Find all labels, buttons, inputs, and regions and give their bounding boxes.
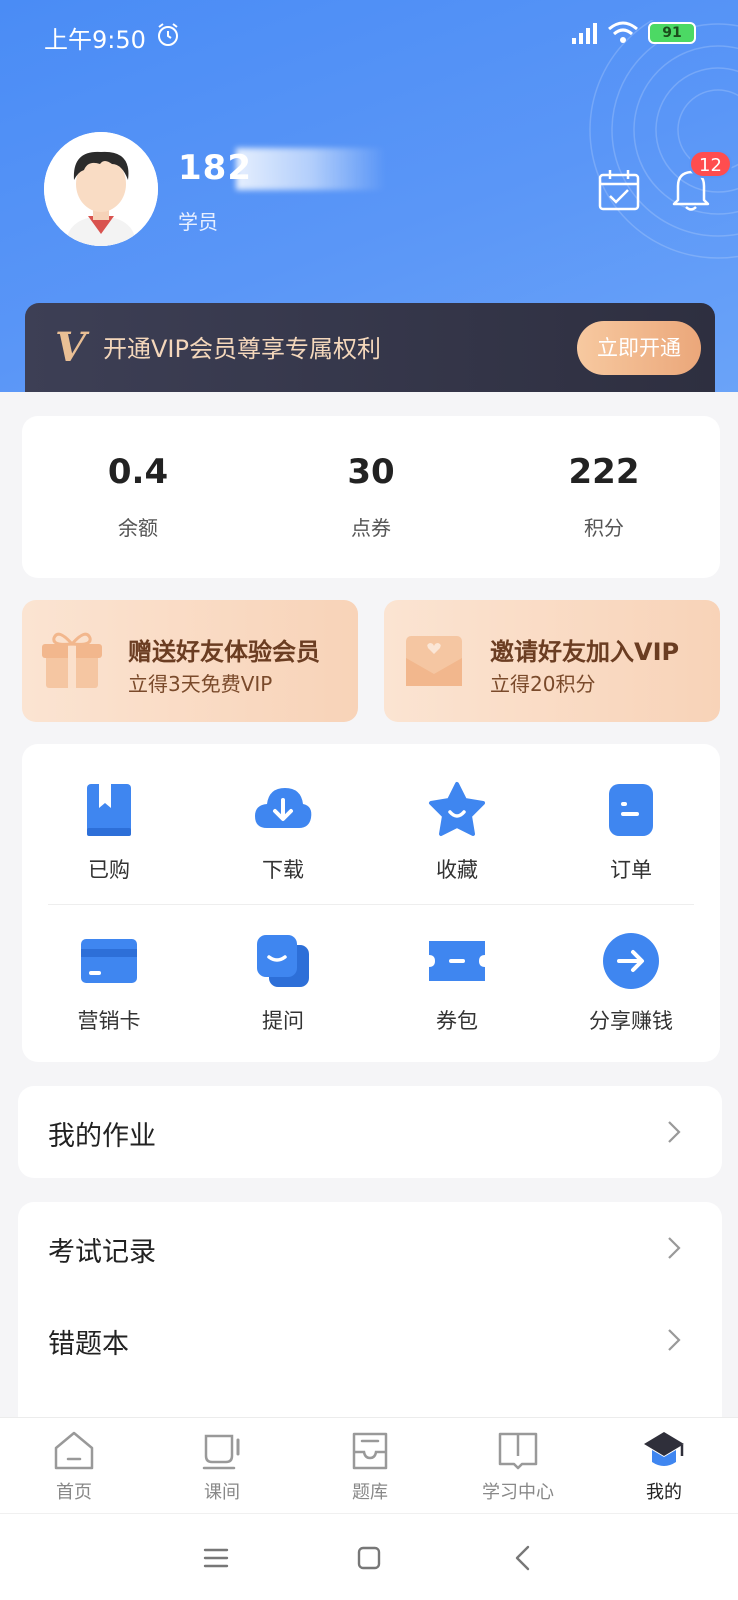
home-icon (54, 1431, 94, 1470)
home-square-icon[interactable] (353, 1542, 385, 1574)
ticket-icon (429, 941, 485, 981)
grid-label: 券包 (436, 1009, 478, 1033)
chevron-right-icon (668, 1237, 681, 1259)
promo-gift-friend[interactable]: 赠送好友体验会员 立得3天免费VIP (22, 600, 358, 722)
masked-phone-digits (236, 148, 386, 190)
tab-home[interactable]: 首页 (0, 1418, 148, 1514)
stat-value: 0.4 (107, 452, 169, 492)
grid-item-orders[interactable]: 订单 (544, 780, 718, 900)
status-bar: 上午9:50 91 (0, 0, 738, 70)
vip-open-button[interactable]: 立即开通 (577, 321, 701, 375)
grid-label: 订单 (610, 858, 652, 882)
wifi-icon (608, 21, 638, 43)
chevron-right-icon (668, 1121, 681, 1143)
grid-label: 下载 (262, 858, 304, 882)
tab-mine[interactable]: 我的 (590, 1418, 738, 1514)
promo-title: 邀请好友加入VIP (490, 638, 680, 666)
tab-label: 学习中心 (482, 1482, 554, 1503)
signal-icon (572, 23, 597, 44)
grid-item-share-earn[interactable]: 分享赚钱 (544, 931, 718, 1051)
envelope-heart-icon (406, 636, 462, 686)
chevron-right-icon (668, 1329, 681, 1351)
system-navigation-bar (0, 1513, 738, 1600)
tab-question-bank[interactable]: 题库 (296, 1418, 444, 1514)
grid-item-favorites[interactable]: 收藏 (370, 780, 544, 900)
account-stats: 0.4 余额 30 点券 222 积分 (22, 416, 720, 578)
back-chevron-icon[interactable] (508, 1542, 540, 1574)
tab-label: 我的 (646, 1482, 682, 1503)
grid-item-purchased[interactable]: 已购 (22, 780, 196, 900)
stat-label: 余额 (118, 516, 158, 540)
vip-promo-text: 开通VIP会员尊享专属权利 (103, 335, 381, 363)
menu-label: 我的作业 (48, 1121, 156, 1152)
calendar-check-icon[interactable] (597, 168, 641, 212)
stat-value: 222 (568, 452, 640, 492)
order-icon (609, 784, 653, 836)
menu-label: 考试记录 (48, 1237, 156, 1268)
inbox-icon (352, 1432, 388, 1470)
promo-subtitle: 立得20积分 (490, 672, 596, 696)
gift-icon (42, 632, 102, 688)
menu-item-exam-records[interactable]: 考试记录 (18, 1202, 722, 1294)
menu-label: 错题本 (48, 1329, 129, 1360)
promo-title: 赠送好友体验会员 (128, 638, 320, 666)
grid-label: 收藏 (436, 858, 478, 882)
tab-label: 首页 (56, 1482, 92, 1503)
graduation-cap-icon (644, 1432, 684, 1466)
stat-label: 积分 (584, 516, 624, 540)
battery-indicator: 91 (648, 22, 696, 44)
vip-banner[interactable]: V 开通VIP会员尊享专属权利 立即开通 (25, 303, 715, 392)
promo-subtitle: 立得3天免费VIP (128, 672, 273, 696)
promo-invite-vip[interactable]: 邀请好友加入VIP 立得20积分 (384, 600, 720, 722)
user-role: 学员 (178, 210, 218, 234)
bottom-tab-bar: 首页 课间 题库 学习中心 我的 (0, 1417, 738, 1513)
stat-label: 点券 (351, 516, 391, 540)
tab-label: 课间 (204, 1482, 240, 1503)
grid-item-marketing-card[interactable]: 营销卡 (22, 931, 196, 1051)
bookmark-book-icon (87, 784, 131, 836)
grid-divider (48, 904, 694, 905)
function-grid: 已购 下载 收藏 订单 营销卡 提问 券包 分享赚钱 (22, 744, 720, 1062)
grid-item-download[interactable]: 下载 (196, 780, 370, 900)
grid-label: 提问 (262, 1009, 304, 1033)
alarm-icon (158, 23, 178, 46)
menu-item-wrong-book[interactable]: 错题本 (18, 1294, 722, 1386)
stat-value: 30 (347, 452, 395, 492)
share-arrow-icon (603, 933, 659, 989)
status-time: 上午9:50 (44, 26, 146, 54)
tab-break[interactable]: 课间 (148, 1418, 296, 1514)
avatar[interactable] (44, 132, 158, 246)
book-icon (498, 1432, 538, 1470)
notification-badge: 12 (689, 150, 732, 178)
vip-logo-icon: V (55, 324, 90, 367)
star-icon (429, 782, 485, 836)
question-chat-icon (257, 935, 309, 987)
svg-text:V: V (55, 324, 90, 367)
avatar-illustration (44, 132, 158, 246)
stat-balance[interactable]: 0.4 余额 (22, 416, 254, 578)
grid-item-coupon-wallet[interactable]: 券包 (370, 931, 544, 1051)
grid-item-ask[interactable]: 提问 (196, 931, 370, 1051)
menu-item-homework[interactable]: 我的作业 (18, 1086, 722, 1178)
tab-label: 题库 (352, 1482, 388, 1503)
grid-label: 营销卡 (77, 1009, 141, 1033)
grid-label: 分享赚钱 (589, 1009, 673, 1033)
stat-points[interactable]: 222 积分 (488, 416, 720, 578)
menu-card-homework: 我的作业 (18, 1086, 722, 1178)
card-icon (81, 939, 137, 983)
stat-coupons[interactable]: 30 点券 (255, 416, 487, 578)
menu-lines-icon[interactable] (200, 1542, 232, 1574)
profile-header: 上午9:50 91 182 学员 12 V 开通VIP会员尊享专属权利 立即开通 (0, 0, 738, 392)
cup-icon (202, 1434, 240, 1470)
cloud-download-icon (255, 788, 312, 828)
grid-label: 已购 (88, 858, 130, 882)
tab-study-center[interactable]: 学习中心 (444, 1418, 592, 1514)
